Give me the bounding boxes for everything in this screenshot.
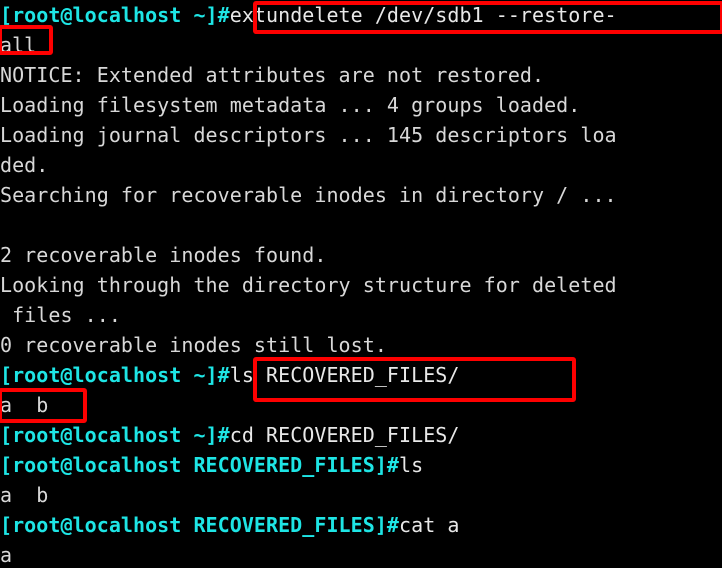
command-output-text: all (0, 33, 37, 57)
command-output-text: 0 recoverable inodes still lost. (0, 333, 387, 357)
terminal-output-line: 2 recoverable inodes found. (0, 240, 722, 270)
shell-command: extundelete /dev/sdb1 --restore- (229, 3, 617, 27)
command-output-text: Looking through the directory structure … (0, 273, 617, 297)
shell-prompt: [root@localhost ~]# (0, 363, 230, 387)
terminal-output-line: Loading journal descriptors ... 145 desc… (0, 120, 722, 150)
terminal-output-line: NOTICE: Extended attributes are not rest… (0, 60, 722, 90)
terminal-output-line: Looking through the directory structure … (0, 270, 722, 300)
terminal-window[interactable]: [root@localhost ~]#extundelete /dev/sdb1… (0, 0, 722, 568)
command-output-text: NOTICE: Extended attributes are not rest… (0, 63, 545, 87)
shell-prompt: [root@localhost ~]# (0, 3, 230, 27)
command-output-text: Loading filesystem metadata ... 4 groups… (0, 93, 581, 117)
terminal-prompt-line: [root@localhost ~]#cd RECOVERED_FILES/ (0, 420, 722, 450)
command-output-text: files ... (0, 303, 121, 327)
shell-command: ls RECOVERED_FILES/ (229, 363, 460, 387)
terminal-output-line: Searching for recoverable inodes in dire… (0, 180, 722, 210)
terminal-output-line: a (0, 540, 722, 568)
terminal-prompt-line: [root@localhost RECOVERED_FILES]#ls (0, 450, 722, 480)
terminal-output-line: Loading filesystem metadata ... 4 groups… (0, 90, 722, 120)
shell-command: cd RECOVERED_FILES/ (229, 423, 460, 447)
command-output-text: 2 recoverable inodes found. (0, 243, 327, 267)
shell-command: ls (399, 453, 424, 477)
terminal-screen: [root@localhost ~]#extundelete /dev/sdb1… (0, 0, 722, 568)
shell-command: cat a (399, 513, 460, 537)
command-output-text: Loading journal descriptors ... 145 desc… (0, 123, 617, 147)
terminal-prompt-line: [root@localhost ~]#extundelete /dev/sdb1… (0, 0, 722, 30)
command-output-text: a b (0, 483, 49, 507)
command-output-text: a (0, 543, 13, 567)
shell-prompt: [root@localhost ~]# (0, 423, 230, 447)
terminal-output-line: ded. (0, 150, 722, 180)
terminal-output-line: 0 recoverable inodes still lost. (0, 330, 722, 360)
command-output-text: a b (0, 393, 49, 417)
command-output-text: ded. (0, 153, 49, 177)
terminal-output-line: a b (0, 390, 722, 420)
terminal-prompt-line: [root@localhost ~]#ls RECOVERED_FILES/ (0, 360, 722, 390)
terminal-output-line: files ... (0, 300, 722, 330)
command-output-text: Searching for recoverable inodes in dire… (0, 183, 617, 207)
terminal-prompt-line: [root@localhost RECOVERED_FILES]#cat a (0, 510, 722, 540)
terminal-output-line: a b (0, 480, 722, 510)
shell-prompt: [root@localhost RECOVERED_FILES]# (0, 453, 400, 477)
shell-prompt: [root@localhost RECOVERED_FILES]# (0, 513, 400, 537)
terminal-output-line: all (0, 30, 722, 60)
